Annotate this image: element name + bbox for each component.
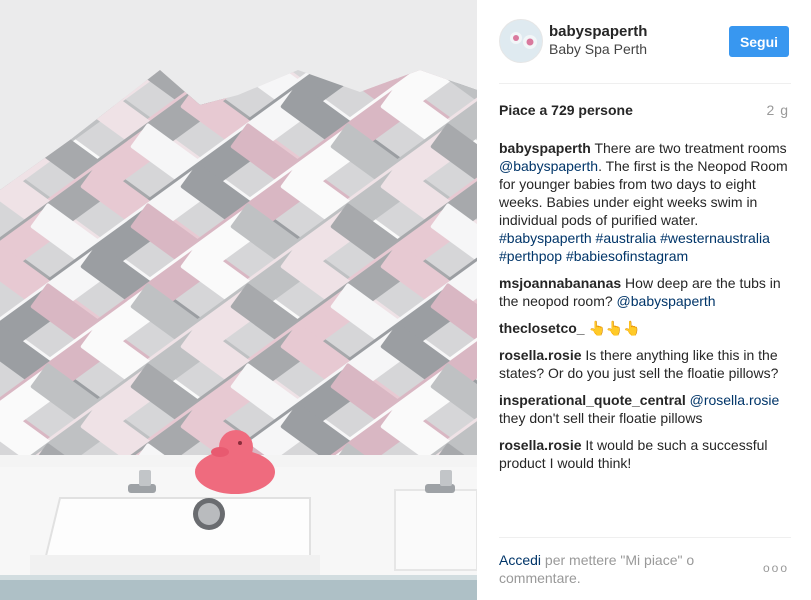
post-sidebar: babyspaperth Baby Spa Perth Segui Piace … [477,0,811,600]
post-photo-canvas [0,0,477,600]
caption-text: There are two treatment rooms [594,140,787,156]
comment-item: insperational_quote_central @rosella.ros… [499,391,791,427]
post-timestamp[interactable]: 2 g [767,102,789,118]
faucet-right-handle [440,470,452,486]
comment-item: rosella.rosie Is there anything like thi… [499,346,791,382]
hashtag-perthpop[interactable]: #perthpop [499,248,562,264]
sink-basin [43,497,311,561]
username-link[interactable]: babyspaperth [549,23,647,40]
comment-username[interactable]: theclosetco_ [499,320,585,336]
comment-text: they don't sell their floatie pillows [499,410,703,426]
divider [499,537,791,538]
post-photo [0,0,477,600]
follow-button[interactable]: Segui [729,26,789,57]
login-link[interactable]: Accedi [499,552,541,568]
drain-center [198,503,220,525]
sink-front [30,555,320,577]
login-prompt: Accedi per mettere "Mi piace" o commenta… [499,551,729,587]
second-sink [394,489,477,571]
faucet-left-handle [139,470,151,486]
full-name: Baby Spa Perth [549,41,648,57]
comment-mention[interactable]: @rosella.rosie [690,392,780,408]
divider [499,83,791,84]
avatar-image [500,20,542,62]
comment-mention[interactable]: @babyspaperth [617,293,716,309]
comment-username[interactable]: msjoannabananas [499,275,621,291]
hashtag-babiesofinstagram[interactable]: #babiesofinstagram [566,248,688,264]
comment-item: theclosetco_ 👆👆👆 [499,319,791,337]
cabinet-top [0,575,477,580]
caption-mention[interactable]: @babyspaperth [499,158,598,174]
comment-item: msjoannabananas How deep are the tubs in… [499,274,791,310]
hashtag-westernaustralia[interactable]: #westernaustralia [660,230,770,246]
comment-username[interactable]: rosella.rosie [499,347,582,363]
avatar[interactable] [499,19,543,63]
comments-list: babyspaperth There are two treatment roo… [499,139,791,481]
post-header: babyspaperth Baby Spa Perth Segui [477,0,811,83]
hashtag-babyspaperth[interactable]: #babyspaperth [499,230,592,246]
comment-username[interactable]: rosella.rosie [499,437,582,453]
comment-username[interactable]: insperational_quote_central [499,392,686,408]
caption: babyspaperth There are two treatment roo… [499,139,791,265]
comment-text: 👆👆👆 [588,320,641,336]
hashtag-australia[interactable]: #australia [596,230,657,246]
more-options-icon[interactable]: ooo [763,561,789,575]
caption-username[interactable]: babyspaperth [499,140,591,156]
comment-item: rosella.rosie It would be such a success… [499,436,791,472]
likes-count[interactable]: Piace a 729 persone [499,102,633,118]
